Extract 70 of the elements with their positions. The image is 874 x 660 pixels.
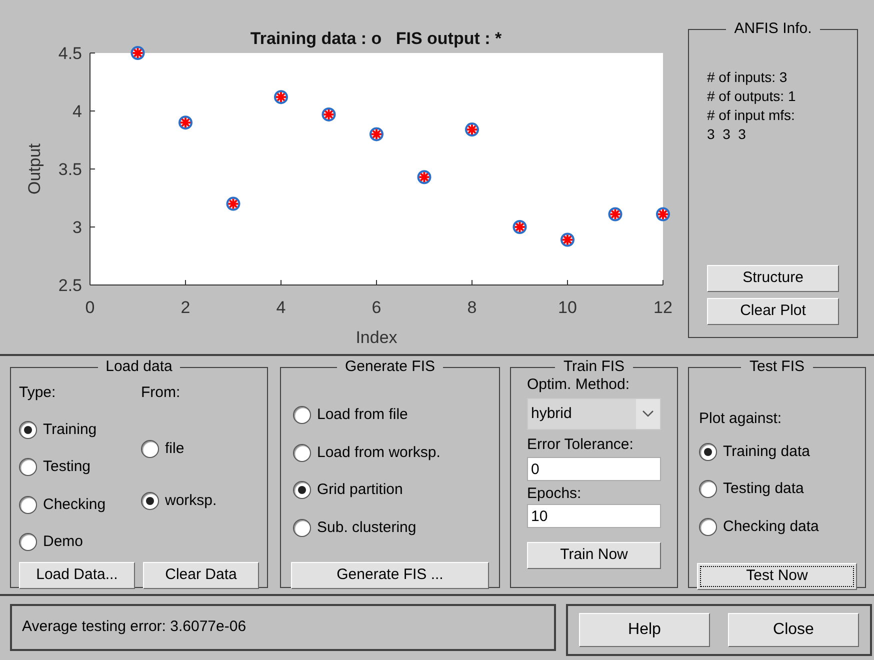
from-label: From: xyxy=(141,383,182,403)
radio-option[interactable]: worksp. xyxy=(141,490,217,512)
tolerance-label: Error Tolerance: xyxy=(527,436,634,454)
radio-icon[interactable] xyxy=(293,518,311,537)
radio-option[interactable]: Testing xyxy=(19,456,141,478)
radio-option[interactable]: Load from worksp. xyxy=(293,442,489,464)
radio-option[interactable]: Grid partition xyxy=(293,479,489,502)
tolerance-field[interactable]: 0 xyxy=(527,457,661,481)
radio-option[interactable]: Load from file xyxy=(293,404,489,426)
info-text: # of input mfs: xyxy=(707,106,796,125)
x-tick-label: 6 xyxy=(372,298,382,317)
footer-button[interactable]: Close xyxy=(728,613,859,647)
x-tick-label: 0 xyxy=(85,298,95,317)
group-title: ANFIS Info. xyxy=(733,20,813,38)
x-tick-label: 10 xyxy=(558,298,577,317)
radio-icon[interactable] xyxy=(293,481,311,500)
info-button[interactable]: Clear Plot xyxy=(707,298,839,325)
epochs-field[interactable]: 10 xyxy=(527,504,661,528)
method-dropdown[interactable]: hybrid xyxy=(527,398,661,430)
radio-icon[interactable] xyxy=(141,440,159,458)
radio-icon[interactable] xyxy=(141,492,159,510)
y-tick-label: 3.5 xyxy=(58,160,82,179)
radio-icon[interactable] xyxy=(19,533,37,552)
info-text: 3 3 3 xyxy=(707,125,747,144)
radio-option[interactable]: Checking xyxy=(19,494,141,516)
radio-option[interactable]: file xyxy=(141,438,217,460)
type-label: Type: xyxy=(19,383,57,403)
method-label: Optim. Method: xyxy=(527,376,631,394)
x-tick-label: 2 xyxy=(180,298,190,317)
x-axis-label: Index xyxy=(356,328,398,347)
x-tick-label: 12 xyxy=(654,298,672,317)
chart-title: Training data : o FIS output : * xyxy=(250,29,502,48)
radio-icon[interactable] xyxy=(19,496,37,514)
radio-icon[interactable] xyxy=(699,442,717,461)
radio-option[interactable]: Training xyxy=(19,418,141,441)
plot-against-label: Plot against: xyxy=(698,409,783,429)
radio-icon[interactable] xyxy=(19,458,37,476)
radio-option[interactable]: Checking data xyxy=(699,516,857,538)
info-button[interactable]: Structure xyxy=(707,265,839,292)
group-title: Load data xyxy=(104,358,174,376)
train-button[interactable]: Train Now xyxy=(527,542,661,569)
footer-button[interactable]: Help xyxy=(579,613,710,647)
y-tick-label: 3 xyxy=(72,218,82,237)
group-title: Test FIS xyxy=(748,358,806,376)
radio-option[interactable]: Sub. clustering xyxy=(293,516,489,539)
chevron-down-icon xyxy=(642,410,654,418)
test-button[interactable]: Test Now xyxy=(697,563,857,590)
y-tick-label: 4 xyxy=(72,102,82,121)
radio-option[interactable]: Training data xyxy=(699,440,857,463)
radio-option[interactable]: Demo xyxy=(19,531,141,554)
x-tick-label: 4 xyxy=(276,298,286,317)
radio-icon[interactable] xyxy=(293,444,311,462)
radio-icon[interactable] xyxy=(699,518,717,536)
radio-icon[interactable] xyxy=(293,406,311,424)
radio-option[interactable]: Testing data xyxy=(699,478,857,500)
generate-button[interactable]: Generate FIS ... xyxy=(291,562,489,589)
radio-icon[interactable] xyxy=(699,480,717,498)
load-button[interactable]: Load Data... xyxy=(19,562,135,588)
load-button[interactable]: Clear Data xyxy=(143,562,259,588)
y-tick-label: 4.5 xyxy=(58,44,82,63)
x-tick-label: 8 xyxy=(467,298,477,317)
info-text: # of outputs: 1 xyxy=(707,87,797,106)
group-title: Train FIS xyxy=(562,358,626,376)
info-text: # of inputs: 3 xyxy=(707,68,788,87)
epochs-label: Epochs: xyxy=(527,485,582,503)
status-text: Average testing error: 3.6077e-06 xyxy=(22,617,246,638)
y-axis-label: Output xyxy=(25,143,44,195)
group-title: Generate FIS xyxy=(344,358,436,376)
y-tick-label: 2.5 xyxy=(58,276,82,295)
radio-icon[interactable] xyxy=(19,420,37,439)
